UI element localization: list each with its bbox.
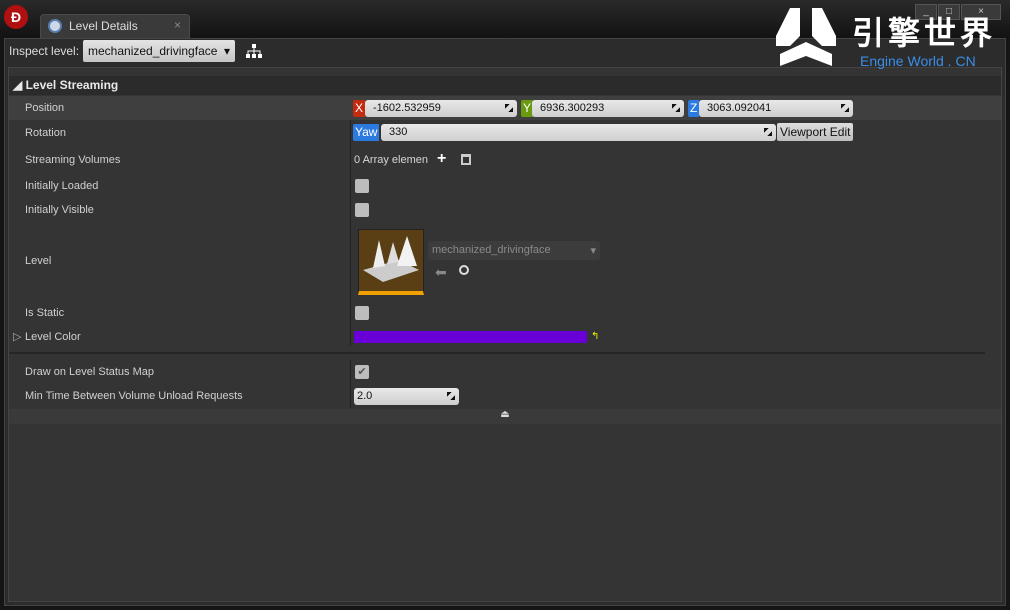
array-count: 0 Array elemen [354,154,428,166]
drag-arrow-icon [764,128,772,136]
rotation-yaw-input[interactable]: 330 [381,124,776,141]
viewport-edit-button[interactable]: Viewport Edit [777,123,854,141]
property-label: Draw on Level Status Map [25,366,155,378]
watermark-en: Engine World . CN [860,53,976,69]
section-title: Level Streaming [25,78,119,92]
property-row-draw-on-map: Draw on Level Status Map [9,360,1001,384]
value: 3063.092041 [707,102,772,114]
expand-arrow-icon[interactable]: ▷ [13,330,21,343]
property-label: Streaming Volumes [25,154,121,166]
app-logo-icon: Ð [4,5,28,29]
position-y-input[interactable]: 6936.300293 [532,100,684,117]
is-static-checkbox[interactable] [355,306,369,320]
property-label: Level [25,255,52,267]
yaw-axis-label: Yaw [353,124,380,141]
draw-on-map-checkbox[interactable]: ✔ [355,365,369,379]
property-label: Initially Visible [25,204,94,216]
chevron-down-icon: ▾ [590,245,596,257]
tab-level-details[interactable]: Level Details × [40,14,190,38]
property-row-initially-loaded: Initially Loaded [9,174,1001,198]
initially-loaded-checkbox[interactable] [355,179,369,193]
drag-arrow-icon [505,104,513,112]
level-thumbnail[interactable] [358,229,424,295]
property-row-initially-visible: Initially Visible [9,198,1001,222]
property-label: Position [25,102,65,114]
collapse-advanced-button[interactable]: ⏏ [9,409,1001,424]
inspect-level-dropdown[interactable]: mechanized_drivingface ▾ [83,40,235,62]
min-time-input[interactable]: 2.0 [354,388,459,405]
tab-close-button[interactable]: × [174,18,181,32]
drag-arrow-icon [841,104,849,112]
value: 2.0 [357,390,373,402]
reset-to-default-icon[interactable]: ↰ [591,331,599,342]
property-label: Is Static [25,307,65,319]
property-row-streaming-volumes: Streaming Volumes [9,148,1001,172]
use-selected-arrow-icon[interactable]: ⬅ [435,264,447,281]
value: 6936.300293 [540,102,605,114]
initially-visible-checkbox[interactable] [355,203,369,217]
watermark-cn: 引擎世界 [852,15,997,51]
position-z-input[interactable]: 3063.092041 [699,100,853,117]
level-color-swatch[interactable] [354,331,587,343]
collapse-arrow-icon: ◢ [13,78,26,92]
level-details-icon [48,19,62,33]
add-element-icon[interactable]: + [437,150,446,168]
browse-search-icon[interactable] [459,265,469,275]
value: 330 [389,126,408,138]
level-asset-icon [363,236,419,282]
inspect-level-value: mechanized_drivingface [88,44,218,58]
divider [9,352,985,354]
section-header-level-streaming[interactable]: ◢ Level Streaming [9,76,1001,95]
z-axis-label: Z [688,100,700,117]
tab-title: Level Details [69,19,138,33]
watermark-logo-icon [776,8,836,66]
asset-name: mechanized_drivingface [432,244,551,256]
level-asset-combo[interactable]: mechanized_drivingface ▾ [428,241,600,260]
x-axis-label: X [353,100,366,117]
inspect-level-label: Inspect level: [9,44,80,58]
property-label: Rotation [25,127,66,139]
property-row-min-time: Min Time Between Volume Unload Requests [9,384,1001,408]
position-x-input[interactable]: -1602.532959 [365,100,517,117]
trash-icon[interactable] [461,154,471,165]
drag-arrow-icon [447,392,455,400]
property-label: Initially Loaded [25,180,99,192]
chevron-down-icon: ▾ [223,44,230,58]
property-row-is-static: Is Static [9,301,1001,325]
property-label: Min Time Between Volume Unload Requests [25,390,243,402]
value: -1602.532959 [373,102,441,114]
drag-arrow-icon [672,104,680,112]
property-label: Level Color [25,331,81,343]
hierarchy-icon[interactable] [246,44,262,58]
eject-arrow-icon: ⏏ [500,409,510,420]
